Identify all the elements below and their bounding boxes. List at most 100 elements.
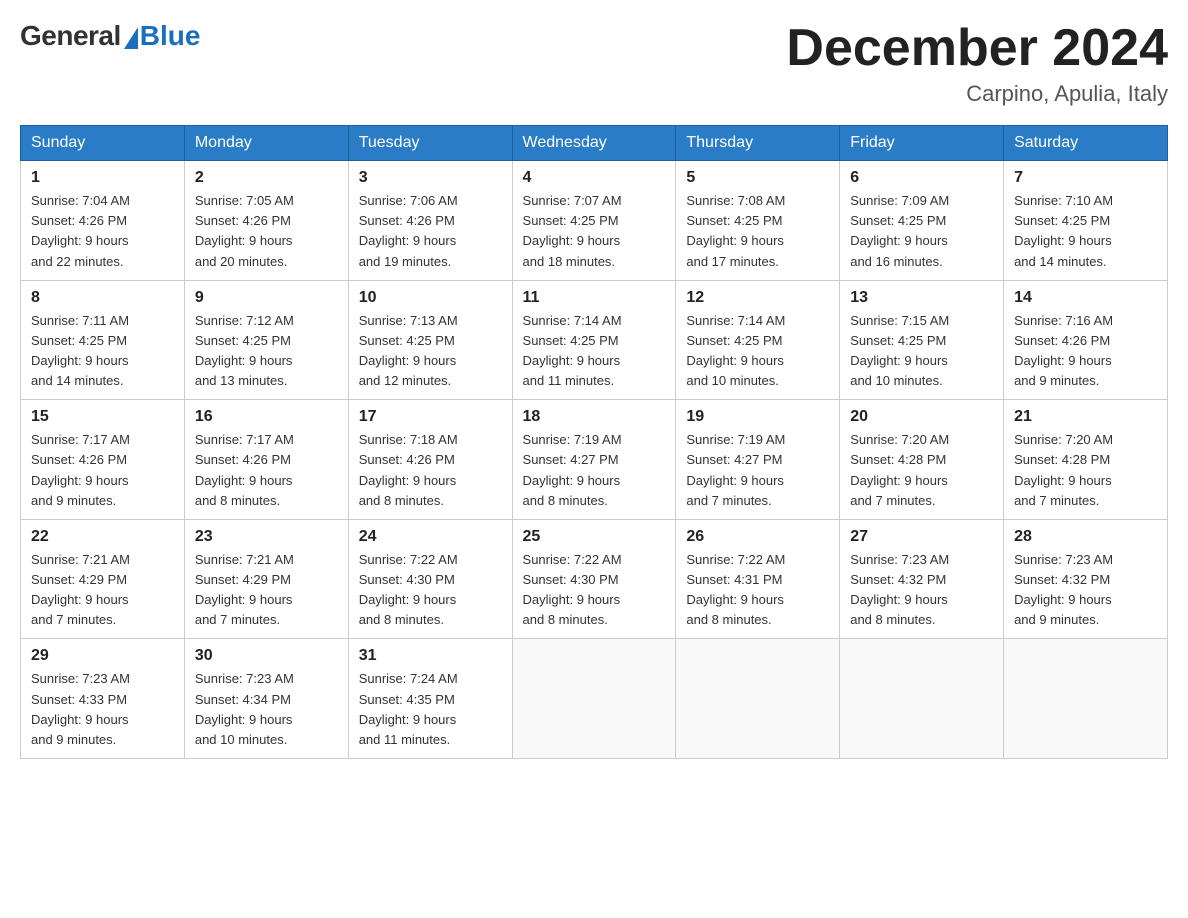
calendar-cell: 18 Sunrise: 7:19 AMSunset: 4:27 PMDaylig…: [512, 400, 676, 520]
day-info: Sunrise: 7:19 AMSunset: 4:27 PMDaylight:…: [686, 432, 785, 507]
calendar-cell: 20 Sunrise: 7:20 AMSunset: 4:28 PMDaylig…: [840, 400, 1004, 520]
calendar-cell: 7 Sunrise: 7:10 AMSunset: 4:25 PMDayligh…: [1004, 161, 1168, 281]
calendar-cell: 22 Sunrise: 7:21 AMSunset: 4:29 PMDaylig…: [21, 519, 185, 639]
day-number: 11: [523, 289, 666, 307]
day-info: Sunrise: 7:23 AMSunset: 4:32 PMDaylight:…: [1014, 552, 1113, 627]
col-wednesday: Wednesday: [512, 126, 676, 161]
calendar-cell: [1004, 639, 1168, 759]
day-info: Sunrise: 7:16 AMSunset: 4:26 PMDaylight:…: [1014, 313, 1113, 388]
day-info: Sunrise: 7:14 AMSunset: 4:25 PMDaylight:…: [523, 313, 622, 388]
day-number: 25: [523, 528, 666, 546]
day-number: 10: [359, 289, 502, 307]
calendar-cell: 9 Sunrise: 7:12 AMSunset: 4:25 PMDayligh…: [184, 280, 348, 400]
calendar-cell: 17 Sunrise: 7:18 AMSunset: 4:26 PMDaylig…: [348, 400, 512, 520]
day-info: Sunrise: 7:15 AMSunset: 4:25 PMDaylight:…: [850, 313, 949, 388]
day-number: 26: [686, 528, 829, 546]
page-header: General Blue December 2024 Carpino, Apul…: [20, 20, 1168, 107]
day-info: Sunrise: 7:20 AMSunset: 4:28 PMDaylight:…: [850, 432, 949, 507]
calendar-week-row: 29 Sunrise: 7:23 AMSunset: 4:33 PMDaylig…: [21, 639, 1168, 759]
calendar-cell: 29 Sunrise: 7:23 AMSunset: 4:33 PMDaylig…: [21, 639, 185, 759]
day-number: 18: [523, 408, 666, 426]
day-number: 2: [195, 169, 338, 187]
calendar-week-row: 8 Sunrise: 7:11 AMSunset: 4:25 PMDayligh…: [21, 280, 1168, 400]
day-info: Sunrise: 7:22 AMSunset: 4:30 PMDaylight:…: [523, 552, 622, 627]
day-info: Sunrise: 7:21 AMSunset: 4:29 PMDaylight:…: [195, 552, 294, 627]
calendar-cell: 23 Sunrise: 7:21 AMSunset: 4:29 PMDaylig…: [184, 519, 348, 639]
logo-general-text: General: [20, 20, 121, 52]
day-number: 4: [523, 169, 666, 187]
calendar-cell: 4 Sunrise: 7:07 AMSunset: 4:25 PMDayligh…: [512, 161, 676, 281]
day-info: Sunrise: 7:14 AMSunset: 4:25 PMDaylight:…: [686, 313, 785, 388]
calendar-cell: 16 Sunrise: 7:17 AMSunset: 4:26 PMDaylig…: [184, 400, 348, 520]
logo-triangle-icon: [124, 27, 138, 49]
day-info: Sunrise: 7:12 AMSunset: 4:25 PMDaylight:…: [195, 313, 294, 388]
calendar-cell: 31 Sunrise: 7:24 AMSunset: 4:35 PMDaylig…: [348, 639, 512, 759]
calendar-cell: 26 Sunrise: 7:22 AMSunset: 4:31 PMDaylig…: [676, 519, 840, 639]
calendar-cell: 28 Sunrise: 7:23 AMSunset: 4:32 PMDaylig…: [1004, 519, 1168, 639]
day-number: 14: [1014, 289, 1157, 307]
day-info: Sunrise: 7:10 AMSunset: 4:25 PMDaylight:…: [1014, 193, 1113, 268]
day-number: 30: [195, 647, 338, 665]
col-tuesday: Tuesday: [348, 126, 512, 161]
day-info: Sunrise: 7:17 AMSunset: 4:26 PMDaylight:…: [31, 432, 130, 507]
calendar-cell: 1 Sunrise: 7:04 AMSunset: 4:26 PMDayligh…: [21, 161, 185, 281]
col-sunday: Sunday: [21, 126, 185, 161]
calendar-cell: 27 Sunrise: 7:23 AMSunset: 4:32 PMDaylig…: [840, 519, 1004, 639]
col-thursday: Thursday: [676, 126, 840, 161]
day-number: 23: [195, 528, 338, 546]
day-number: 3: [359, 169, 502, 187]
calendar-cell: 14 Sunrise: 7:16 AMSunset: 4:26 PMDaylig…: [1004, 280, 1168, 400]
day-number: 12: [686, 289, 829, 307]
calendar-cell: [840, 639, 1004, 759]
day-number: 6: [850, 169, 993, 187]
day-number: 1: [31, 169, 174, 187]
day-info: Sunrise: 7:19 AMSunset: 4:27 PMDaylight:…: [523, 432, 622, 507]
calendar-cell: 19 Sunrise: 7:19 AMSunset: 4:27 PMDaylig…: [676, 400, 840, 520]
calendar-cell: 5 Sunrise: 7:08 AMSunset: 4:25 PMDayligh…: [676, 161, 840, 281]
calendar-cell: 6 Sunrise: 7:09 AMSunset: 4:25 PMDayligh…: [840, 161, 1004, 281]
day-number: 22: [31, 528, 174, 546]
day-info: Sunrise: 7:13 AMSunset: 4:25 PMDaylight:…: [359, 313, 458, 388]
day-number: 9: [195, 289, 338, 307]
day-number: 7: [1014, 169, 1157, 187]
calendar-cell: 30 Sunrise: 7:23 AMSunset: 4:34 PMDaylig…: [184, 639, 348, 759]
day-info: Sunrise: 7:23 AMSunset: 4:33 PMDaylight:…: [31, 671, 130, 746]
day-info: Sunrise: 7:07 AMSunset: 4:25 PMDaylight:…: [523, 193, 622, 268]
calendar-cell: 3 Sunrise: 7:06 AMSunset: 4:26 PMDayligh…: [348, 161, 512, 281]
location-title: Carpino, Apulia, Italy: [786, 81, 1168, 107]
col-friday: Friday: [840, 126, 1004, 161]
calendar-week-row: 22 Sunrise: 7:21 AMSunset: 4:29 PMDaylig…: [21, 519, 1168, 639]
calendar-table: Sunday Monday Tuesday Wednesday Thursday…: [20, 125, 1168, 759]
day-number: 16: [195, 408, 338, 426]
day-number: 20: [850, 408, 993, 426]
day-info: Sunrise: 7:23 AMSunset: 4:32 PMDaylight:…: [850, 552, 949, 627]
title-block: December 2024 Carpino, Apulia, Italy: [786, 20, 1168, 107]
day-info: Sunrise: 7:17 AMSunset: 4:26 PMDaylight:…: [195, 432, 294, 507]
day-info: Sunrise: 7:22 AMSunset: 4:30 PMDaylight:…: [359, 552, 458, 627]
col-monday: Monday: [184, 126, 348, 161]
day-number: 19: [686, 408, 829, 426]
day-info: Sunrise: 7:11 AMSunset: 4:25 PMDaylight:…: [31, 313, 129, 388]
day-info: Sunrise: 7:09 AMSunset: 4:25 PMDaylight:…: [850, 193, 949, 268]
calendar-body: 1 Sunrise: 7:04 AMSunset: 4:26 PMDayligh…: [21, 161, 1168, 759]
logo-blue-text: Blue: [140, 20, 201, 52]
calendar-cell: 10 Sunrise: 7:13 AMSunset: 4:25 PMDaylig…: [348, 280, 512, 400]
calendar-cell: 15 Sunrise: 7:17 AMSunset: 4:26 PMDaylig…: [21, 400, 185, 520]
day-info: Sunrise: 7:20 AMSunset: 4:28 PMDaylight:…: [1014, 432, 1113, 507]
day-info: Sunrise: 7:23 AMSunset: 4:34 PMDaylight:…: [195, 671, 294, 746]
calendar-header: Sunday Monday Tuesday Wednesday Thursday…: [21, 126, 1168, 161]
calendar-cell: 21 Sunrise: 7:20 AMSunset: 4:28 PMDaylig…: [1004, 400, 1168, 520]
day-number: 21: [1014, 408, 1157, 426]
calendar-cell: 11 Sunrise: 7:14 AMSunset: 4:25 PMDaylig…: [512, 280, 676, 400]
day-number: 17: [359, 408, 502, 426]
calendar-cell: [512, 639, 676, 759]
col-saturday: Saturday: [1004, 126, 1168, 161]
day-info: Sunrise: 7:04 AMSunset: 4:26 PMDaylight:…: [31, 193, 130, 268]
day-number: 31: [359, 647, 502, 665]
header-row: Sunday Monday Tuesday Wednesday Thursday…: [21, 126, 1168, 161]
day-number: 13: [850, 289, 993, 307]
day-info: Sunrise: 7:21 AMSunset: 4:29 PMDaylight:…: [31, 552, 130, 627]
day-number: 24: [359, 528, 502, 546]
day-number: 15: [31, 408, 174, 426]
calendar-cell: 24 Sunrise: 7:22 AMSunset: 4:30 PMDaylig…: [348, 519, 512, 639]
